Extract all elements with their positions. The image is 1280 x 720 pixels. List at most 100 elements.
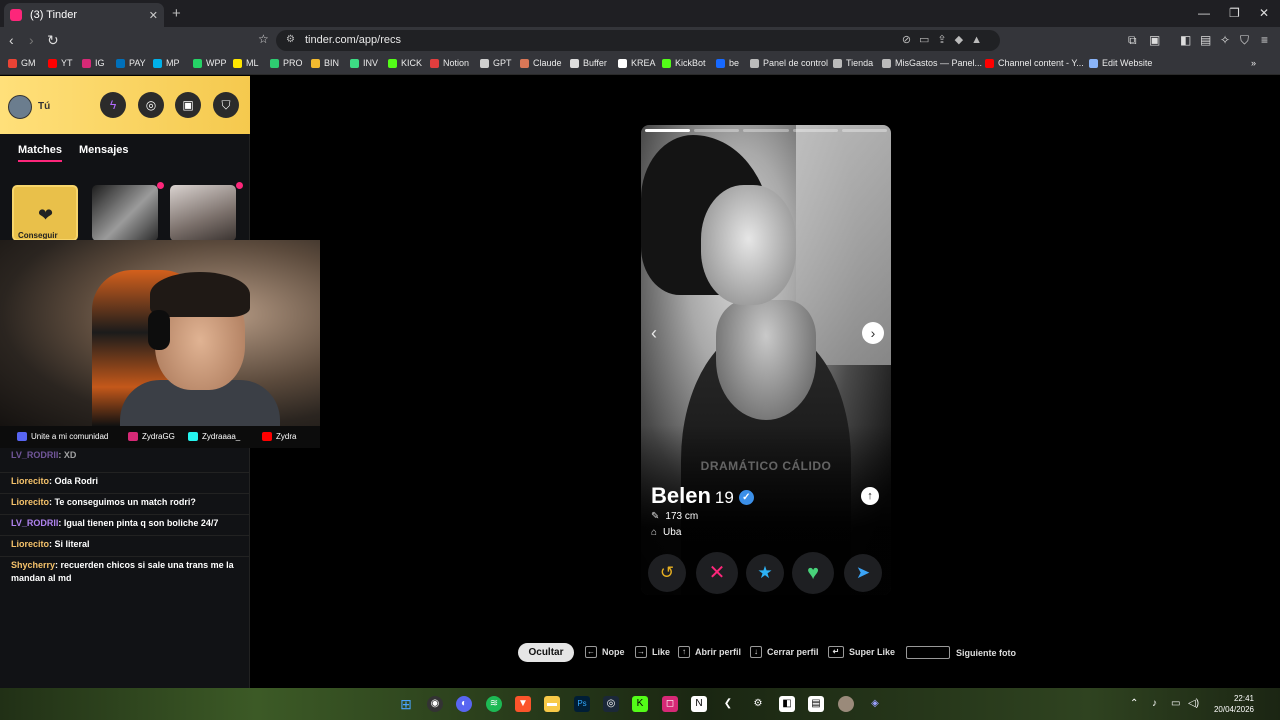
- avatar[interactable]: [8, 95, 32, 119]
- bookmark-item[interactable]: Panel de control: [750, 58, 828, 68]
- downloads-icon[interactable]: ▤: [1200, 33, 1211, 47]
- linear-icon[interactable]: ◈: [867, 696, 883, 712]
- system-clock[interactable]: 22:41 20/04/2026: [1206, 693, 1254, 715]
- bookmark-item[interactable]: Channel content - Y...: [985, 58, 1084, 68]
- back-icon[interactable]: ‹: [9, 32, 14, 48]
- open-profile-icon[interactable]: ↑: [861, 487, 879, 505]
- bookmark-label: GM: [21, 58, 36, 68]
- likes-you-card[interactable]: ❤ Conseguir: [12, 185, 78, 241]
- photo-progress-segment[interactable]: [792, 129, 838, 132]
- next-photo-icon[interactable]: ›: [862, 322, 884, 344]
- kick-icon[interactable]: K: [632, 696, 648, 712]
- tray-chevron-icon[interactable]: ⌃: [1130, 698, 1138, 709]
- bookmark-item[interactable]: KREA: [618, 58, 656, 68]
- window-close-icon[interactable]: ✕: [1259, 6, 1269, 20]
- tab-close-icon[interactable]: ✕: [149, 9, 158, 22]
- tab-messages[interactable]: Mensajes: [79, 144, 129, 156]
- bookmark-item[interactable]: KICK: [388, 58, 422, 68]
- bookmark-item[interactable]: ML: [233, 58, 259, 68]
- forward-icon[interactable]: ›: [29, 32, 34, 48]
- boost-button[interactable]: ➤: [844, 554, 882, 592]
- bookmark-icon[interactable]: ☆: [258, 32, 269, 46]
- browser-tab[interactable]: (3) Tinder ✕: [4, 3, 164, 27]
- steam-icon[interactable]: ◎: [603, 696, 619, 712]
- bookmark-item[interactable]: Buffer: [570, 58, 607, 68]
- bookmark-item[interactable]: PRO: [270, 58, 303, 68]
- bookmark-item[interactable]: BIN: [311, 58, 339, 68]
- bookmark-item[interactable]: be: [716, 58, 739, 68]
- photo-progress-segment[interactable]: [743, 129, 789, 132]
- bookmark-favicon-icon: [430, 58, 439, 68]
- match-card[interactable]: [170, 185, 236, 241]
- site-info-icon[interactable]: ⚙: [286, 34, 295, 45]
- reload-icon[interactable]: ↻: [47, 32, 59, 49]
- explore-icon[interactable]: ◎: [138, 92, 164, 118]
- profile-photo[interactable]: [641, 125, 891, 595]
- address-bar-icons[interactable]: ⊘▭⇪◆▲: [902, 33, 990, 46]
- match-card[interactable]: [92, 185, 158, 241]
- super-like-button[interactable]: ★: [746, 554, 784, 592]
- capcut-icon[interactable]: ❮: [720, 696, 736, 712]
- boost-icon[interactable]: ϟ: [100, 92, 126, 118]
- extensions-icon[interactable]: ⧉: [1128, 33, 1137, 48]
- spotify-icon[interactable]: ≋: [486, 696, 502, 712]
- obs-icon[interactable]: ◉: [427, 696, 443, 712]
- hint-nope: ← Nope: [585, 646, 625, 658]
- volume-icon[interactable]: ◁): [1188, 698, 1199, 709]
- bookmark-item[interactable]: GPT: [480, 58, 512, 68]
- photo-progress-segment[interactable]: [645, 129, 691, 132]
- bookmark-item[interactable]: MP: [153, 58, 180, 68]
- address-bar[interactable]: ⚙ tinder.com/app/recs ⊘▭⇪◆▲: [276, 30, 1000, 51]
- notion-icon[interactable]: N: [691, 696, 707, 712]
- like-button[interactable]: ♥: [792, 552, 834, 594]
- discord-icon[interactable]: ◐: [456, 696, 472, 712]
- nope-button[interactable]: ✕: [696, 552, 738, 594]
- bookmark-item[interactable]: Notion: [430, 58, 469, 68]
- sidebar-toggle-icon[interactable]: ◧: [1180, 33, 1191, 47]
- bookmark-item[interactable]: IG: [82, 58, 105, 68]
- stream-social-bar: Unite a mi comunidad ZydraGG Zydraaaa_ Zydr…: [0, 426, 320, 448]
- photo-progress-segment[interactable]: [694, 129, 740, 132]
- document-icon[interactable]: ▤: [808, 696, 824, 712]
- bookmark-item[interactable]: WPP: [193, 58, 227, 68]
- file-explorer-icon[interactable]: ▬: [544, 696, 560, 712]
- vpn-shield-icon[interactable]: ⛉: [1240, 33, 1249, 48]
- menu-icon[interactable]: ≡: [1261, 33, 1268, 47]
- safety-shield-icon[interactable]: ⛉: [213, 92, 239, 118]
- new-tab-icon[interactable]: +: [172, 5, 181, 22]
- bookmark-item[interactable]: YT: [48, 58, 73, 68]
- wallet-icon[interactable]: ▣: [1149, 33, 1160, 47]
- bookmark-item[interactable]: MisGastos — Panel...: [882, 58, 982, 68]
- rewind-button[interactable]: ↺: [648, 554, 686, 592]
- bookmark-item[interactable]: Tienda: [833, 58, 873, 68]
- bookmark-item[interactable]: PAY: [116, 58, 146, 68]
- maximize-icon[interactable]: ❐: [1229, 6, 1240, 20]
- bookmark-item[interactable]: Edit Website: [1089, 58, 1152, 68]
- bookmark-favicon-icon: [833, 58, 842, 68]
- bookmarks-overflow-icon[interactable]: »: [1251, 58, 1256, 68]
- bookmark-item[interactable]: GM: [8, 58, 36, 68]
- profile-card[interactable]: ‹ › DRAMÁTICO CÁLIDO Belen 19 ✓ ↑ ✎ 173 cm…: [641, 125, 891, 595]
- hide-hints-button[interactable]: Ocultar: [518, 643, 574, 662]
- bookmark-item[interactable]: INV: [350, 58, 378, 68]
- bookmark-item[interactable]: Claude: [520, 58, 562, 68]
- user-label[interactable]: Tú: [38, 101, 50, 112]
- photo-progress-segment[interactable]: [841, 129, 888, 132]
- briefcase-icon[interactable]: ▣: [175, 92, 201, 118]
- brave-icon[interactable]: ▼: [515, 696, 531, 712]
- profile-app-icon[interactable]: [838, 696, 854, 712]
- tab-matches[interactable]: Matches: [18, 144, 63, 162]
- minimize-icon[interactable]: —: [1198, 6, 1210, 20]
- bookmark-item[interactable]: KickBot: [662, 58, 706, 68]
- network-icon[interactable]: ▭: [1171, 698, 1180, 709]
- instagram-icon[interactable]: ◻: [662, 696, 678, 712]
- leo-ai-icon[interactable]: ✧: [1220, 33, 1230, 47]
- photoshop-icon[interactable]: Ps: [574, 696, 590, 712]
- microphone-icon[interactable]: ♪: [1152, 698, 1157, 709]
- settings-icon[interactable]: ⚙: [750, 696, 766, 712]
- windows-start-icon[interactable]: ⊞: [398, 696, 414, 712]
- app-icon[interactable]: ◧: [779, 696, 795, 712]
- social-label: Zydra: [276, 432, 297, 441]
- social-handle: Unite a mi comunidad: [17, 432, 108, 441]
- previous-photo-icon[interactable]: ‹: [651, 323, 657, 344]
